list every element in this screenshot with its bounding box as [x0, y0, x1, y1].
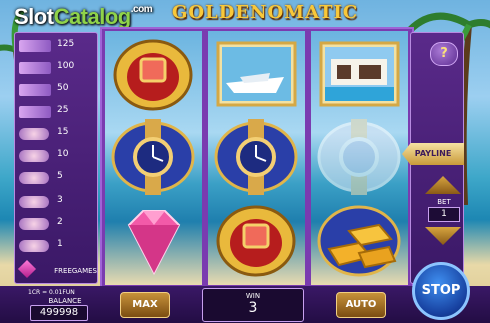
paytable-value: 25: [57, 105, 69, 115]
gold-bars-symbol: [317, 205, 401, 277]
watch-symbol: [111, 119, 195, 195]
watch-symbol-dimmed: [317, 119, 401, 195]
paytable-value: 2: [57, 217, 63, 227]
coin-stack-icon: [19, 240, 49, 252]
site-logo-slot: Slot: [14, 4, 54, 29]
win-display: WIN 3: [202, 288, 304, 322]
paytable-value: 1: [57, 239, 63, 249]
paytable-row: 5: [17, 169, 95, 187]
ring-symbol: [113, 39, 193, 111]
coin-stack-icon: [19, 128, 49, 140]
paytable-panel: 125 100 50 25 15 10 5 3 2 1 FREEGAMES: [14, 32, 98, 284]
paytable-row: 15: [17, 125, 95, 143]
balance-label: BALANCE: [48, 297, 82, 305]
payline-icon: [19, 62, 51, 74]
paytable-row: 10: [17, 147, 95, 165]
ring-symbol: [216, 205, 296, 277]
coin-stack-icon: [19, 196, 49, 208]
balance-value: 499998: [30, 305, 88, 321]
coin-stack-icon: [19, 218, 49, 230]
coin-stack-icon: [19, 172, 49, 184]
paytable-row: 1: [17, 237, 95, 255]
bet-label: BET: [437, 198, 451, 206]
autoplay-button[interactable]: AUTO: [336, 292, 386, 318]
site-logo-com: .com: [130, 4, 153, 15]
paytable-row: 50: [17, 81, 95, 99]
payline-icon: [19, 40, 51, 52]
paytable-value: 10: [57, 149, 69, 159]
coin-stack-icon: [19, 150, 49, 162]
site-logo-catalog: Catalog: [53, 4, 132, 29]
bet-value: 1: [428, 207, 460, 222]
reels-frame: [100, 27, 414, 289]
reel-1: [105, 31, 202, 285]
payline-icon: [19, 106, 51, 118]
paytable-freegames-label: FREEGAMES: [54, 267, 97, 275]
paytable-value: 50: [57, 83, 69, 93]
reel-2: [208, 31, 305, 285]
win-label: WIN: [245, 292, 261, 300]
paytable-value: 100: [57, 61, 75, 71]
payline-button[interactable]: PAYLINE: [402, 143, 464, 165]
paytable-value: 15: [57, 127, 69, 137]
payline-icon: [19, 84, 51, 96]
paytable-row: 100: [17, 59, 95, 77]
diamond-symbol: [127, 210, 181, 276]
game-title: GOLDENOMATIC: [172, 2, 359, 23]
villa-symbol: [319, 41, 400, 107]
win-value: 3: [248, 300, 258, 316]
reel-3: [311, 31, 408, 285]
paytable-row: 2: [17, 215, 95, 233]
paytable-row: 3: [17, 193, 95, 211]
max-bet-button[interactable]: MAX: [120, 292, 170, 318]
watch-symbol: [214, 119, 298, 195]
paytable-row: 25: [17, 103, 95, 121]
stop-button[interactable]: STOP: [412, 262, 470, 320]
yacht-symbol: [216, 41, 297, 107]
paytable-value: 5: [57, 171, 63, 181]
paytable-row: 125: [17, 37, 95, 55]
paytable-value: 125: [57, 39, 75, 49]
help-button[interactable]: ?: [430, 42, 458, 66]
bet-box: BET 1: [426, 198, 462, 222]
paytable-value: 3: [57, 195, 63, 205]
credit-rate-info: 1CR = 0.01FUN: [28, 289, 75, 296]
